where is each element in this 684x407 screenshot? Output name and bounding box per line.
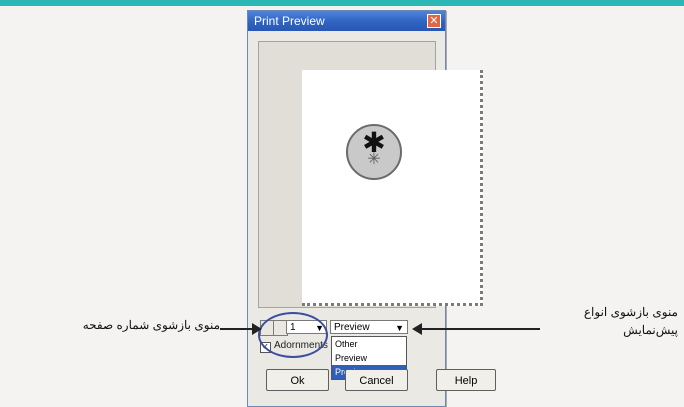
ok-button[interactable]: Ok [266,369,329,391]
help-button[interactable]: Help [436,369,496,391]
preview-mode-select[interactable]: Preview ▼ [330,320,408,334]
close-button[interactable]: ✕ [427,14,441,28]
preview-mode-value: Preview [334,322,370,333]
page-emblem-icon: ✱ ✳ [346,124,402,180]
preview-mode-annotation: منوی بازشوی انواع پیش‌نمایش [548,303,678,339]
chevron-down-icon: ▼ [395,323,404,333]
annotation-line-2: پیش‌نمایش [623,323,678,337]
highlight-oval [258,312,328,358]
cancel-button[interactable]: Cancel [345,369,408,391]
dropdown-option[interactable]: Preview [332,351,406,365]
annotation-line-1: منوی بازشوی انواع [583,305,678,319]
page-number-annotation: منوی بازشوی شماره صفحه [82,318,220,332]
dropdown-option[interactable]: Other [332,337,406,351]
right-arrow-line [420,328,540,330]
small-star-icon: ✳ [367,151,381,168]
left-arrow-head [252,323,262,335]
dialog-title: Print Preview [254,14,325,28]
top-stripe [0,0,684,6]
close-icon: ✕ [429,15,439,27]
right-arrow-head [412,323,422,335]
preview-page [302,70,483,306]
title-bar: Print Preview ✕ [248,11,445,31]
